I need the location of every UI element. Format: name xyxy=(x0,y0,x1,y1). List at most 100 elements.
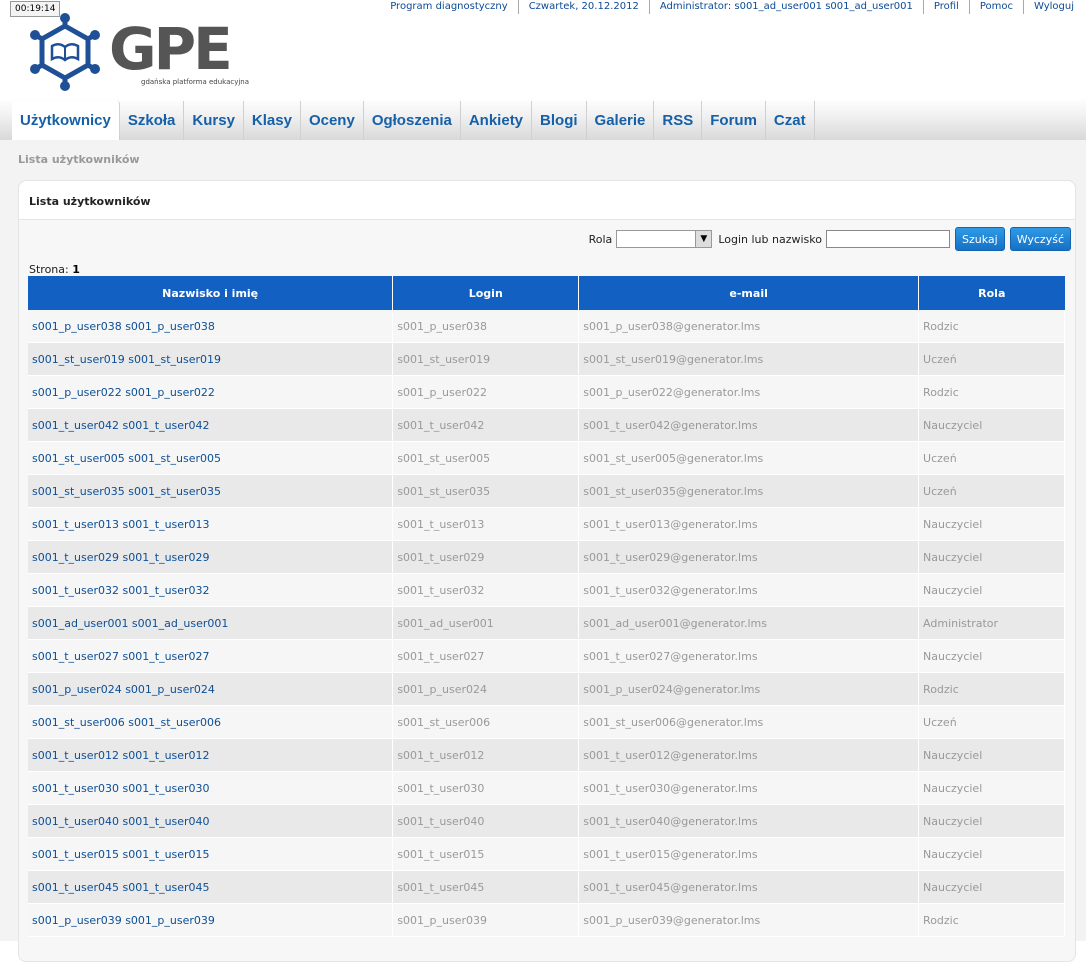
user-name-link[interactable]: s001_p_user022 s001_p_user022 xyxy=(32,386,215,399)
search-button[interactable]: Szukaj xyxy=(954,227,1005,251)
user-login-cell: s001_t_user040 xyxy=(392,804,580,838)
tab-1[interactable]: Szkoła xyxy=(120,101,185,140)
col-name-header[interactable]: Nazwisko i imię xyxy=(28,276,394,310)
topbar-item-5[interactable]: Wyloguj xyxy=(1023,0,1084,14)
table-row: s001_p_user022 s001_p_user022 s001_p_user… xyxy=(28,375,1065,409)
user-email-cell: s001_p_user039@generator.lms xyxy=(578,903,920,937)
user-name-link-cell: s001_st_user005 s001_st_user005 xyxy=(28,441,394,475)
role-label: Rola xyxy=(588,232,613,246)
user-email-cell: s001_t_user042@generator.lms xyxy=(578,408,920,442)
logo[interactable]: GPE gdańska platforma edukacyjna xyxy=(25,12,249,97)
user-name-link[interactable]: s001_t_user013 s001_t_user013 xyxy=(32,518,210,531)
search-label: Login lub nazwisko xyxy=(718,232,822,246)
col-login-header[interactable]: Login xyxy=(392,276,580,310)
user-name-link[interactable]: s001_ad_user001 s001_ad_user001 xyxy=(32,617,228,630)
clear-button[interactable]: Wyczyść xyxy=(1009,227,1071,251)
user-name-link-cell: s001_t_user012 s001_t_user012 xyxy=(28,738,394,772)
users-table: Nazwisko i imię Login e-mail Rola s001_p… xyxy=(28,276,1065,937)
tab-0[interactable]: Użytkownicy xyxy=(12,101,120,140)
tab-8[interactable]: Galerie xyxy=(587,101,655,140)
user-role-cell: Rodzic xyxy=(918,672,1065,706)
user-name-link[interactable]: s001_t_user040 s001_t_user040 xyxy=(32,815,210,828)
user-role-cell: Uczeń xyxy=(918,342,1065,376)
tab-7[interactable]: Blogi xyxy=(532,101,587,140)
tab-9[interactable]: RSS xyxy=(654,101,703,140)
user-name-link[interactable]: s001_t_user012 s001_t_user012 xyxy=(32,749,210,762)
table-row: s001_p_user038 s001_p_user038 s001_p_user… xyxy=(28,310,1065,343)
user-name-link[interactable]: s001_t_user042 s001_t_user042 xyxy=(32,419,210,432)
user-login-cell: s001_p_user022 xyxy=(392,375,580,409)
tab-3[interactable]: Klasy xyxy=(244,101,301,140)
col-email-header[interactable]: e-mail xyxy=(578,276,920,310)
user-email-cell: s001_t_user032@generator.lms xyxy=(578,573,920,607)
user-role-cell: Administrator xyxy=(918,606,1065,640)
role-select[interactable]: ▼ xyxy=(616,230,713,248)
user-email-cell: s001_st_user035@generator.lms xyxy=(578,474,920,508)
tab-6[interactable]: Ankiety xyxy=(461,101,533,140)
user-login-cell: s001_t_user030 xyxy=(392,771,580,805)
user-name-link-cell: s001_t_user013 s001_t_user013 xyxy=(28,507,394,541)
user-name-link[interactable]: s001_t_user030 s001_t_user030 xyxy=(32,782,210,795)
panel-title: Lista użytkowników xyxy=(29,195,151,208)
user-login-cell: s001_p_user024 xyxy=(392,672,580,706)
user-name-link[interactable]: s001_st_user019 s001_st_user019 xyxy=(32,353,221,366)
user-role-cell: Uczeń xyxy=(918,441,1065,475)
panel-header: Lista użytkowników xyxy=(19,181,1075,220)
page-number: 1 xyxy=(72,263,80,276)
col-role-header[interactable]: Rola xyxy=(918,276,1065,310)
user-role-cell: Uczeń xyxy=(918,705,1065,739)
topbar-item-4[interactable]: Pomoc xyxy=(968,0,1023,14)
search-input[interactable] xyxy=(825,230,950,248)
user-email-cell: s001_t_user045@generator.lms xyxy=(578,870,920,904)
user-role-cell: Nauczyciel xyxy=(918,639,1065,673)
tab-4[interactable]: Oceny xyxy=(301,101,364,140)
user-email-cell: s001_p_user024@generator.lms xyxy=(578,672,920,706)
user-name-link-cell: s001_t_user040 s001_t_user040 xyxy=(28,804,394,838)
user-name-link[interactable]: s001_t_user029 s001_t_user029 xyxy=(32,551,210,564)
user-name-link[interactable]: s001_t_user027 s001_t_user027 xyxy=(32,650,210,663)
tab-2[interactable]: Kursy xyxy=(184,101,244,140)
user-login-cell: s001_p_user039 xyxy=(392,903,580,937)
user-name-link-cell: s001_p_user038 s001_p_user038 xyxy=(28,310,394,343)
user-name-link[interactable]: s001_st_user006 s001_st_user006 xyxy=(32,716,221,729)
user-role-cell: Nauczyciel xyxy=(918,870,1065,904)
main-nav: Użytkownicy Szkoła Kursy Klasy Oceny Ogłoszen… xyxy=(12,101,815,140)
user-name-link[interactable]: s001_p_user039 s001_p_user039 xyxy=(32,914,215,927)
user-email-cell: s001_p_user022@generator.lms xyxy=(578,375,920,409)
user-role-cell: Rodzic xyxy=(918,310,1065,343)
user-name-link[interactable]: s001_st_user005 s001_st_user005 xyxy=(32,452,221,465)
topbar-item-3[interactable]: Profil xyxy=(922,0,969,14)
user-list-panel: Lista użytkowników Rola ▼ Login lub nazw… xyxy=(18,180,1076,962)
user-role-cell: Nauczyciel xyxy=(918,804,1065,838)
page-label: Strona: xyxy=(29,263,69,276)
user-name-link-cell: s001_st_user035 s001_st_user035 xyxy=(28,474,394,508)
filter-bar: Rola ▼ Login lub nazwisko Szukaj Wyczyść xyxy=(583,227,1071,251)
user-login-cell: s001_st_user005 xyxy=(392,441,580,475)
tab-10[interactable]: Forum xyxy=(702,101,766,140)
user-role-cell: Nauczyciel xyxy=(918,573,1065,607)
table-row: s001_t_user015 s001_t_user015 s001_t_user… xyxy=(28,837,1065,871)
topbar-item-0[interactable]: Program diagnostyczny xyxy=(380,0,517,14)
user-name-link-cell: s001_p_user022 s001_p_user022 xyxy=(28,375,394,409)
table-row: s001_t_user027 s001_t_user027 s001_t_user… xyxy=(28,639,1065,673)
user-name-link[interactable]: s001_p_user024 s001_p_user024 xyxy=(32,683,215,696)
user-name-link[interactable]: s001_p_user038 s001_p_user038 xyxy=(32,320,215,333)
tab-11[interactable]: Czat xyxy=(766,101,815,140)
user-role-cell: Rodzic xyxy=(918,903,1065,937)
tab-5[interactable]: Ogłoszenia xyxy=(364,101,461,140)
user-name-link-cell: s001_ad_user001 s001_ad_user001 xyxy=(28,606,394,640)
topbar-item-2: Administrator: s001_ad_user001 s001_ad_u… xyxy=(648,0,923,14)
user-name-link-cell: s001_t_user030 s001_t_user030 xyxy=(28,771,394,805)
user-name-link[interactable]: s001_t_user015 s001_t_user015 xyxy=(32,848,210,861)
user-role-cell: Nauczyciel xyxy=(918,540,1065,574)
user-login-cell: s001_st_user019 xyxy=(392,342,580,376)
table-row: s001_st_user035 s001_st_user035 s001_st_u… xyxy=(28,474,1065,508)
user-name-link[interactable]: s001_st_user035 s001_st_user035 xyxy=(32,485,221,498)
chevron-down-icon[interactable]: ▼ xyxy=(695,231,712,247)
user-role-cell: Uczeń xyxy=(918,474,1065,508)
table-header-row: Nazwisko i imię Login e-mail Rola xyxy=(28,276,1065,310)
user-name-link[interactable]: s001_t_user045 s001_t_user045 xyxy=(32,881,210,894)
user-name-link[interactable]: s001_t_user032 s001_t_user032 xyxy=(32,584,210,597)
table-row: s001_st_user006 s001_st_user006 s001_st_u… xyxy=(28,705,1065,739)
user-login-cell: s001_t_user013 xyxy=(392,507,580,541)
